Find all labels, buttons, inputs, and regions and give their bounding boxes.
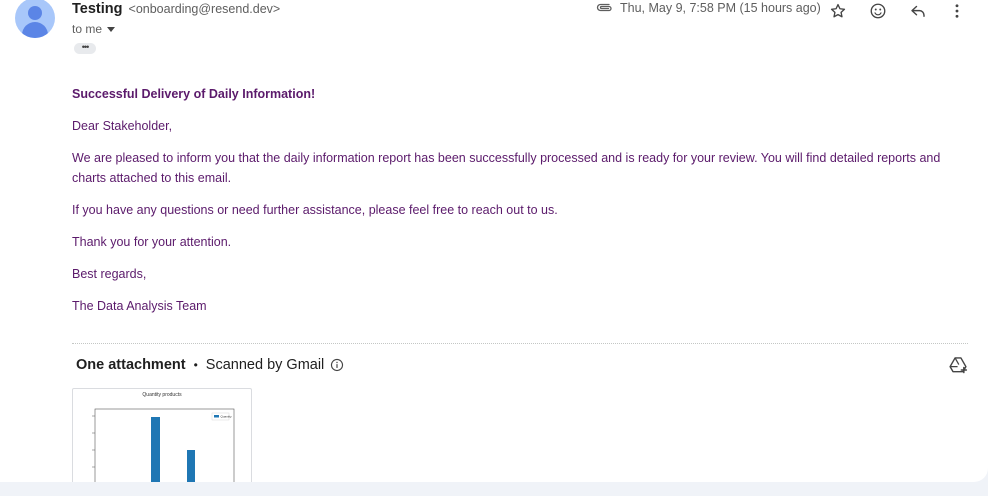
thumbnail-bar-2 [187, 450, 195, 482]
thumbnail-legend-label: Quantity [221, 415, 233, 419]
message-body: Successful Delivery of Daily Information… [72, 84, 962, 328]
paperclip-icon [596, 2, 614, 14]
sender-name[interactable]: Testing [72, 1, 122, 17]
chevron-down-icon [107, 27, 116, 32]
body-paragraph: Thank you for your attention. [72, 235, 232, 249]
message-meta: Thu, May 9, 7:58 PM (15 hours ago) [596, 1, 821, 15]
timestamp: Thu, May 9, 7:58 PM (15 hours ago) [620, 1, 821, 15]
body-paragraph: We are pleased to inform you that the da… [72, 151, 941, 185]
show-trimmed-content-button[interactable]: ••• [74, 43, 96, 54]
body-title: Successful Delivery of Daily Information… [72, 87, 316, 101]
thumbnail-bar-1 [151, 417, 160, 482]
recipient-label: to me [72, 22, 103, 36]
star-icon[interactable] [827, 0, 849, 22]
body-paragraph: Best regards, [72, 267, 147, 281]
info-icon[interactable] [330, 358, 344, 372]
separator-dot: • [193, 358, 198, 372]
attachments-count: One attachment [76, 357, 186, 373]
emoji-icon[interactable] [867, 0, 889, 22]
thumbnail-legend-swatch [214, 415, 219, 418]
avatar-body [22, 22, 48, 38]
recipient-details-toggle[interactable]: to me [72, 22, 116, 36]
signature: The Data Analysis Team [72, 299, 207, 313]
sender-email: <onboarding@resend.dev> [128, 2, 281, 16]
sender-line: Testing <onboarding@resend.dev> [72, 1, 280, 17]
email-message: Testing <onboarding@resend.dev> to me ••… [0, 0, 988, 482]
add-to-drive-icon[interactable] [948, 355, 970, 377]
sender-avatar[interactable] [15, 0, 55, 38]
more-vert-icon[interactable] [946, 0, 968, 22]
attachments-divider [72, 343, 968, 344]
attachments-header: One attachment • Scanned by Gmail [76, 357, 344, 373]
scan-status: Scanned by Gmail [205, 357, 325, 373]
body-paragraph: If you have any questions or need furthe… [72, 203, 558, 217]
body-paragraph: Dear Stakeholder, [72, 119, 173, 133]
thumbnail-chart: Quantity [92, 408, 235, 482]
attachment-thumbnail[interactable]: Quantity products Quantity [72, 388, 252, 482]
avatar-head [28, 6, 42, 20]
reply-icon[interactable] [907, 0, 929, 22]
